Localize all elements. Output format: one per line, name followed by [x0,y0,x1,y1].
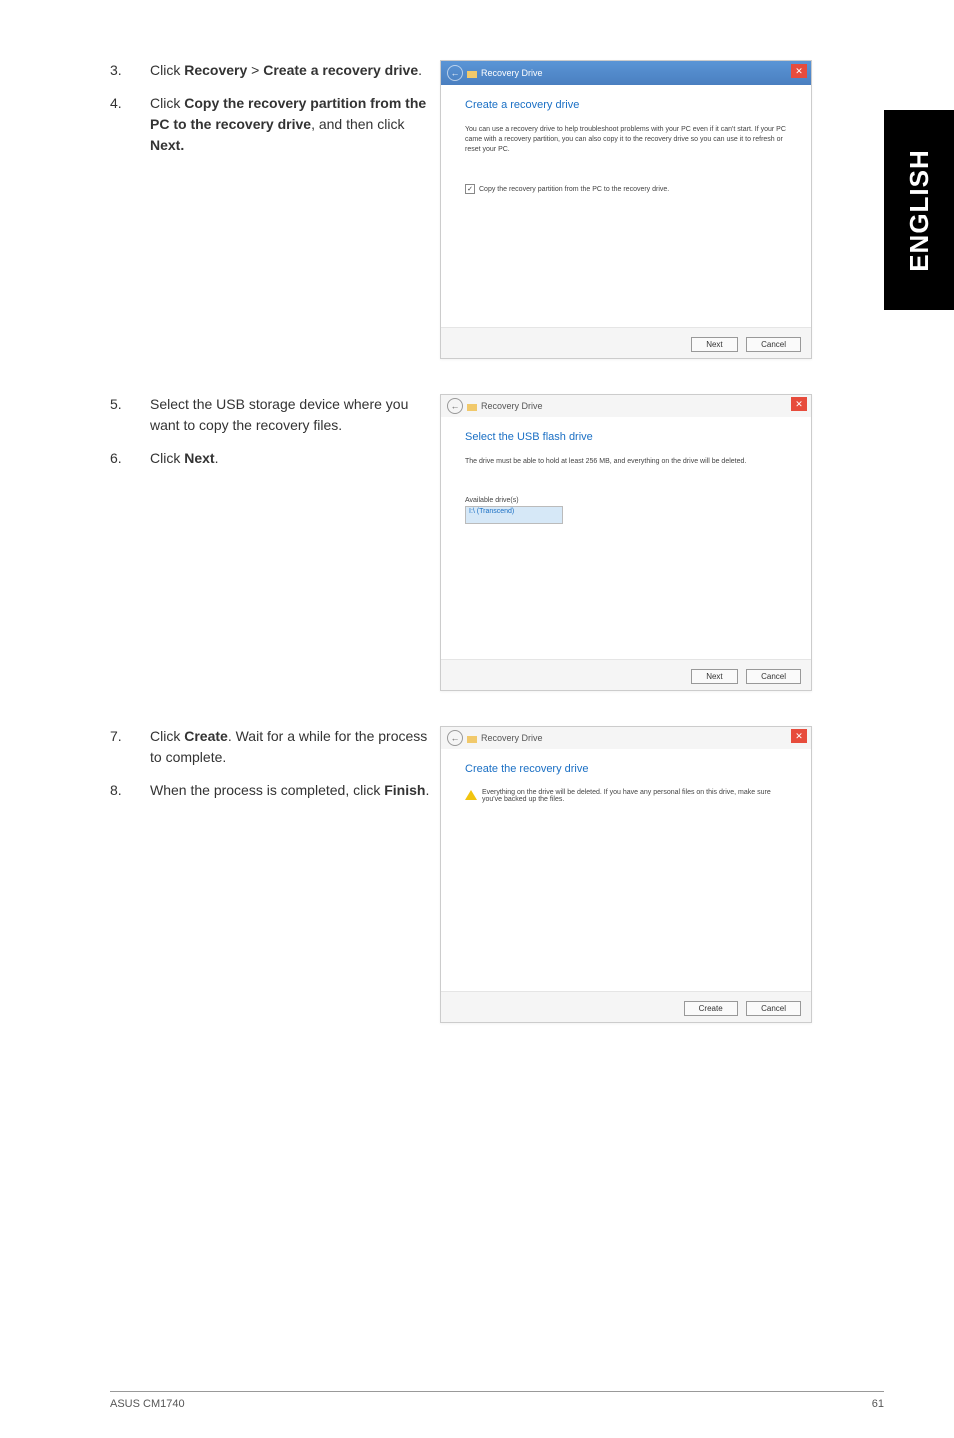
back-icon[interactable]: ← [447,398,463,414]
step-text: Select the USB storage device where you … [150,394,440,436]
dialog-heading: Select the USB flash drive [465,431,787,443]
window-title: Recovery Drive [481,401,543,411]
page-footer: ASUS CM1740 61 [110,1391,884,1410]
warning-icon [465,790,477,800]
step-4: 4. Click Copy the recovery partition fro… [110,93,440,156]
screenshot-select-usb: ← Recovery Drive ✕ Select the USB flash … [440,394,812,691]
close-icon[interactable]: ✕ [791,397,807,411]
drive-list-item[interactable]: I:\ (Transcend) [465,506,563,524]
screenshot-create-recovery: ← Recovery Drive ✕ Create a recovery dri… [440,60,812,359]
next-button[interactable]: Next [691,337,737,352]
next-button[interactable]: Next [691,669,737,684]
dialog-description: You can use a recovery drive to help tro… [465,125,787,154]
step-text: Click Recovery > Create a recovery drive… [150,60,422,81]
step-7: 7. Click Create. Wait for a while for th… [110,726,440,768]
step-3: 3. Click Recovery > Create a recovery dr… [110,60,440,81]
cancel-button[interactable]: Cancel [746,669,801,684]
checkbox-icon: ✓ [465,184,475,194]
back-icon[interactable]: ← [447,730,463,746]
dialog-description: The drive must be able to hold at least … [465,457,787,467]
dialog-heading: Create a recovery drive [465,99,787,111]
step-text: Click Create. Wait for a while for the p… [150,726,440,768]
window-titlebar: ← Recovery Drive ✕ [441,727,811,749]
window-titlebar: ← Recovery Drive ✕ [441,395,811,417]
dialog-footer: Create Cancel [441,991,811,1022]
step-5: 5. Select the USB storage device where y… [110,394,440,436]
step-number: 6. [110,448,150,469]
footer-product: ASUS CM1740 [110,1398,185,1410]
window-titlebar: ← Recovery Drive ✕ [441,61,811,85]
step-number: 4. [110,93,150,156]
step-text: When the process is completed, click Fin… [150,780,429,801]
warning-row: Everything on the drive will be deleted.… [465,789,787,803]
window-title: Recovery Drive [481,68,543,78]
cancel-button[interactable]: Cancel [746,1001,801,1016]
step-number: 7. [110,726,150,768]
close-icon[interactable]: ✕ [791,64,807,78]
screenshot-create-drive: ← Recovery Drive ✕ Create the recovery d… [440,726,812,1023]
copy-partition-checkbox[interactable]: ✓ Copy the recovery partition from the P… [465,184,787,194]
cancel-button[interactable]: Cancel [746,337,801,352]
step-number: 5. [110,394,150,436]
close-icon[interactable]: ✕ [791,729,807,743]
window-title: Recovery Drive [481,733,543,743]
step-number: 3. [110,60,150,81]
step-text: Click Next. [150,448,218,469]
checkbox-label: Copy the recovery partition from the PC … [479,186,669,193]
step-8: 8. When the process is completed, click … [110,780,440,801]
warning-text: Everything on the drive will be deleted.… [482,789,787,803]
available-drives-label: Available drive(s) [465,497,787,504]
create-button[interactable]: Create [684,1001,738,1016]
folder-icon [467,71,477,78]
step-text: Click Copy the recovery partition from t… [150,93,440,156]
dialog-heading: Create the recovery drive [465,763,787,775]
dialog-footer: Next Cancel [441,327,811,358]
footer-page-number: 61 [872,1398,884,1410]
folder-icon [467,736,477,743]
dialog-footer: Next Cancel [441,659,811,690]
folder-icon [467,404,477,411]
step-number: 8. [110,780,150,801]
back-icon[interactable]: ← [447,65,463,81]
step-6: 6. Click Next. [110,448,440,469]
